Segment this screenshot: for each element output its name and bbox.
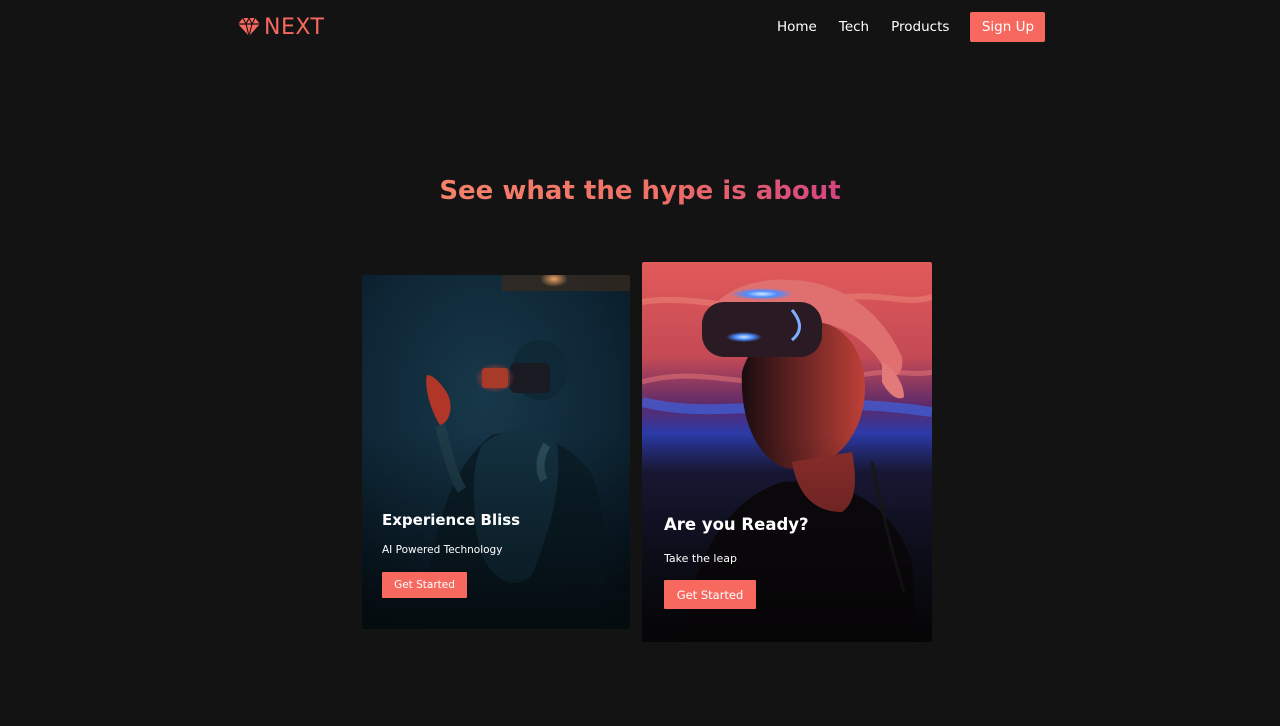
- nav-menu: Home Tech Products Sign Up: [766, 12, 1046, 42]
- card-title: Experience Bliss: [382, 511, 521, 529]
- logo-link[interactable]: NEXT: [238, 14, 324, 40]
- card-title: Are you Ready?: [664, 515, 809, 534]
- nav-link-tech[interactable]: Tech: [828, 12, 880, 42]
- card-subtitle: AI Powered Technology: [382, 544, 503, 556]
- nav-link-home[interactable]: Home: [766, 12, 828, 42]
- feature-card-bliss: Experience Bliss AI Powered Technology G…: [362, 275, 630, 629]
- hero-title-text: See what the hype is about: [439, 176, 841, 206]
- feature-card-ready: Are you Ready? Take the leap Get Started: [642, 262, 932, 642]
- gem-icon: [238, 17, 260, 37]
- brand-name: NEXT: [264, 14, 325, 40]
- navbar: NEXT Home Tech Products Sign Up: [0, 0, 1280, 56]
- nav-link-products[interactable]: Products: [880, 12, 960, 42]
- get-started-button[interactable]: Get Started: [664, 580, 756, 609]
- hero-title: See what the hype is about: [0, 176, 1280, 206]
- sign-up-button[interactable]: Sign Up: [970, 12, 1046, 42]
- card-subtitle: Take the leap: [664, 552, 737, 565]
- get-started-button[interactable]: Get Started: [382, 572, 467, 598]
